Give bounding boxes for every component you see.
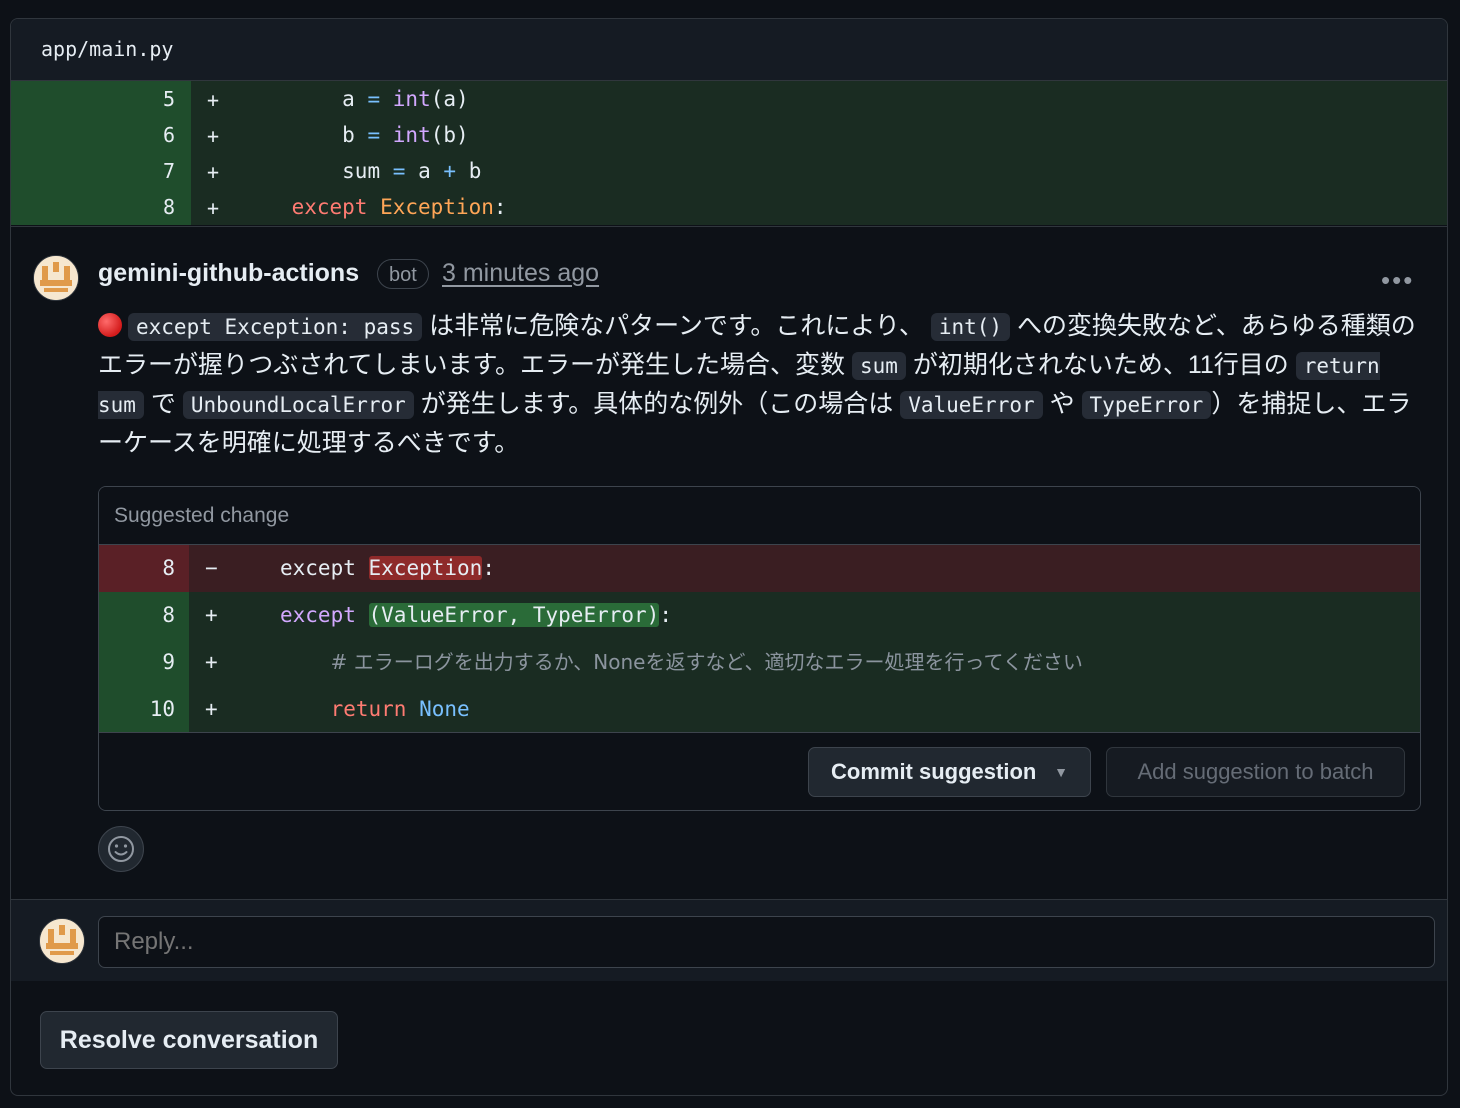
- code-line: except Exception:: [280, 556, 495, 580]
- comment-thread: gemini-github-actions bot 3 minutes ago …: [11, 226, 1447, 900]
- removed-marker: −: [205, 556, 218, 580]
- commit-suggestion-button[interactable]: Commit suggestion ▼: [808, 747, 1091, 797]
- add-reaction-button[interactable]: [98, 826, 144, 872]
- added-marker: +: [207, 196, 220, 220]
- line-number[interactable]: 6: [11, 117, 191, 153]
- file-path[interactable]: app/main.py: [41, 37, 173, 61]
- code-line: a = int(a): [342, 87, 469, 111]
- line-number: 8: [99, 545, 189, 592]
- caret-down-icon[interactable]: ▼: [1054, 748, 1068, 796]
- reply-area: [11, 899, 1447, 981]
- line-number: 8: [99, 592, 189, 639]
- review-thread-card: app/main.py 5 + a = int(a) 6 + b = int(b…: [10, 18, 1448, 1096]
- line-number: 9: [99, 639, 189, 686]
- removed-line: 8 − except Exception:: [99, 545, 1420, 592]
- added-marker: +: [207, 124, 220, 148]
- avatar[interactable]: [33, 255, 79, 301]
- diff-context: 5 + a = int(a) 6 + b = int(b) 7 + sum = …: [11, 81, 1447, 225]
- code-line: except Exception:: [291, 195, 507, 219]
- suggested-change-box: Suggested change 8 − except Exception: 8…: [98, 486, 1421, 811]
- added-marker: +: [205, 603, 218, 627]
- line-number: 10: [99, 686, 189, 733]
- inline-code: ValueError: [900, 391, 1043, 419]
- line-number[interactable]: 8: [11, 189, 191, 225]
- bot-avatar-icon: [40, 919, 84, 963]
- code-line: return None: [330, 697, 470, 721]
- added-line: 9 + # エラーログを出力するか、Noneを返すなど、適切なエラー処理を行って…: [99, 639, 1420, 686]
- code-line: sum = a + b: [342, 159, 482, 183]
- line-number[interactable]: 7: [11, 153, 191, 189]
- inline-code: sum: [851, 352, 906, 380]
- code-line: except (ValueError, TypeError):: [280, 603, 672, 627]
- add-to-batch-button[interactable]: Add suggestion to batch: [1106, 747, 1405, 797]
- author-name[interactable]: gemini-github-actions: [98, 259, 359, 288]
- inline-code: UnboundLocalError: [182, 391, 414, 419]
- added-line: 8 + except (ValueError, TypeError):: [99, 592, 1420, 639]
- added-line: 10 + return None: [99, 686, 1420, 733]
- more-options-icon[interactable]: •••: [1381, 265, 1414, 296]
- comment-body: except Exception: pass は非常に危険なパターンです。これに…: [98, 312, 1416, 457]
- added-marker: +: [205, 650, 218, 674]
- comment-timestamp[interactable]: 3 minutes ago: [442, 259, 599, 288]
- inline-code: TypeError: [1081, 391, 1212, 419]
- code-line: # エラーログを出力するか、Noneを返すなど、適切なエラー処理を行ってください: [330, 650, 1083, 674]
- diff-line: 5 + a = int(a): [11, 81, 1447, 117]
- file-header: app/main.py: [11, 19, 1447, 81]
- bot-avatar-icon: [34, 256, 78, 300]
- smiley-icon: [108, 836, 134, 862]
- resolve-conversation-button[interactable]: Resolve conversation: [40, 1011, 338, 1069]
- inline-code: int(): [930, 313, 1011, 341]
- suggestion-actions: Commit suggestion ▼ Add suggestion to ba…: [99, 732, 1420, 810]
- added-marker: +: [207, 88, 220, 112]
- suggested-change-title: Suggested change: [99, 487, 1420, 545]
- added-marker: +: [205, 697, 218, 721]
- diff-line: 7 + sum = a + b: [11, 153, 1447, 189]
- diff-line: 6 + b = int(b): [11, 117, 1447, 153]
- line-number[interactable]: 5: [11, 81, 191, 117]
- reply-input[interactable]: [98, 916, 1435, 968]
- code-line: b = int(b): [342, 123, 469, 147]
- bot-badge: bot: [377, 259, 429, 289]
- inline-code: except Exception: pass: [128, 313, 423, 341]
- added-marker: +: [207, 160, 220, 184]
- red-circle-icon: [98, 313, 122, 337]
- current-user-avatar[interactable]: [39, 918, 85, 964]
- diff-line: 8 + except Exception:: [11, 189, 1447, 225]
